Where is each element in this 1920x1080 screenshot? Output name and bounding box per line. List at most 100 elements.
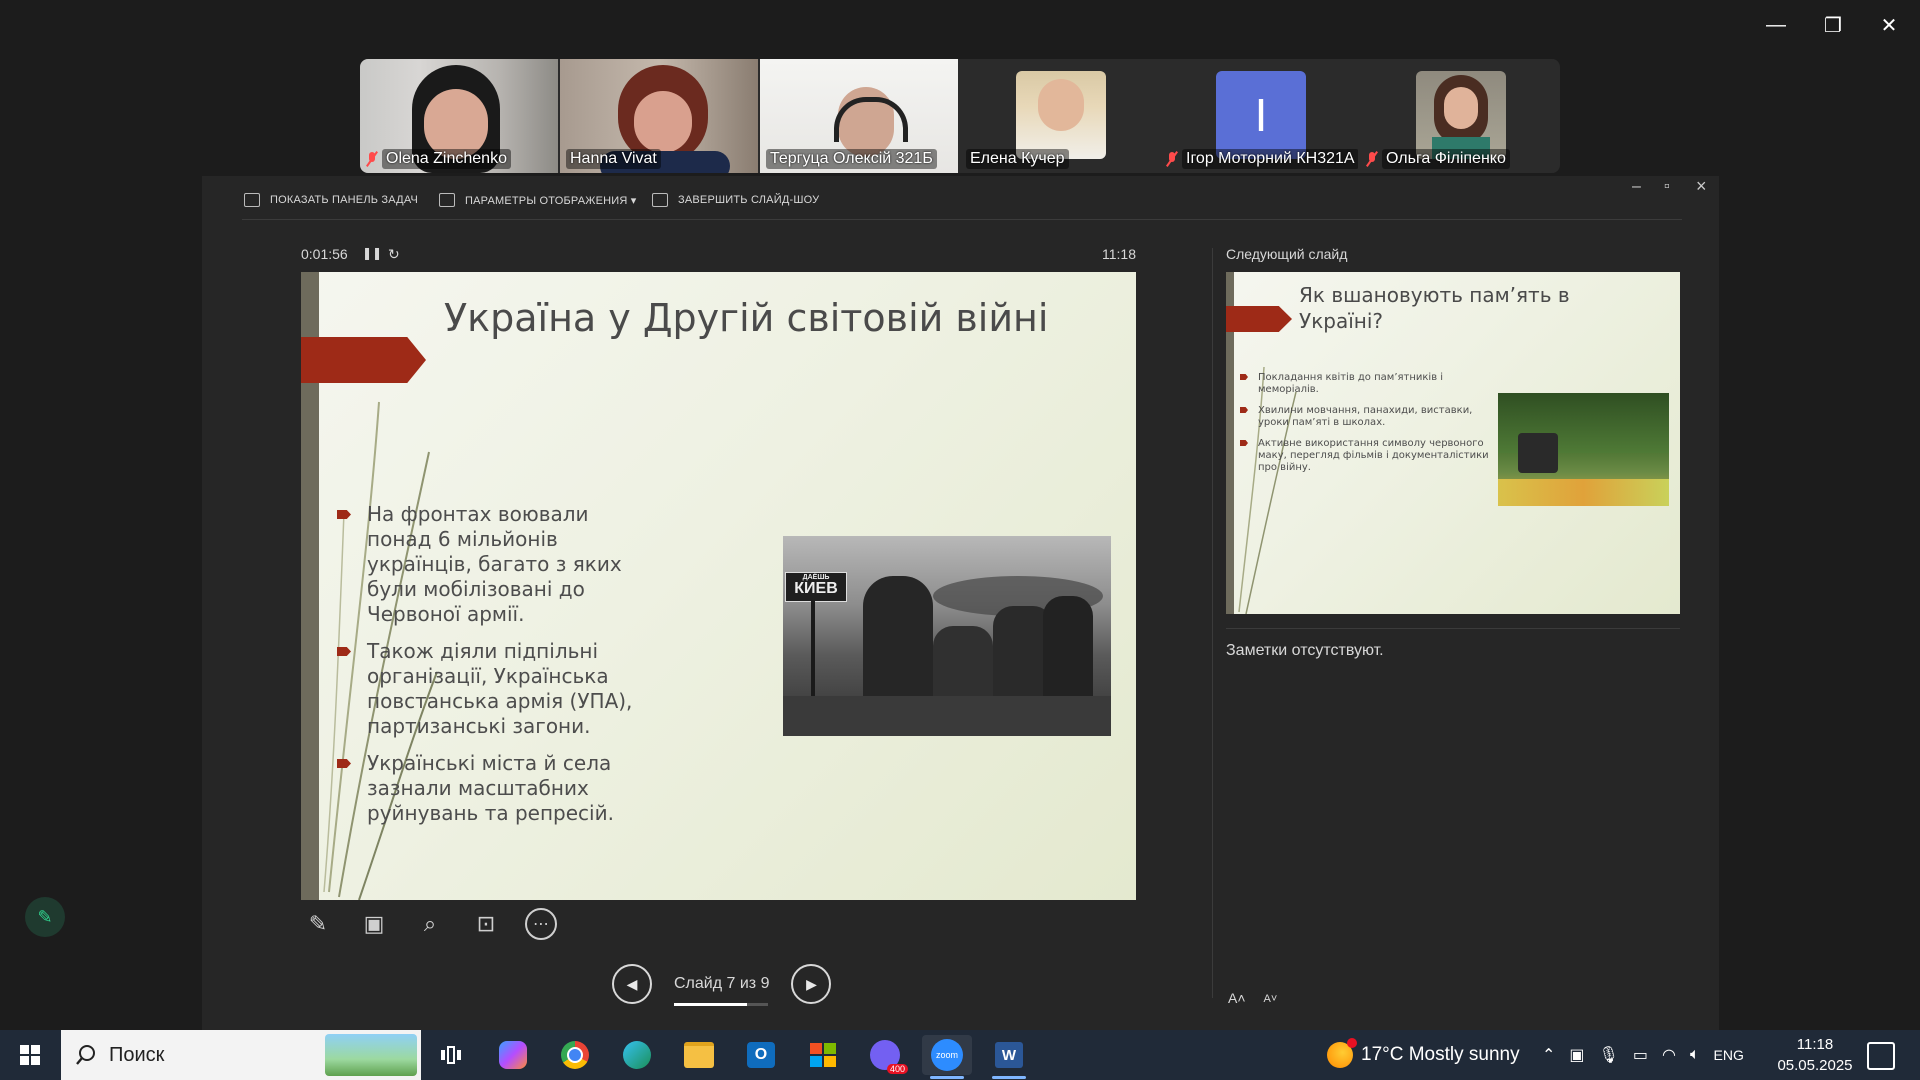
- participant-tile[interactable]: Hanna Vivat: [560, 59, 758, 173]
- display-icon: [439, 193, 455, 207]
- notifications-icon[interactable]: [1867, 1042, 1895, 1070]
- ww2-photo: ДАЁШЬ КИЕВ: [783, 536, 1111, 736]
- slide-counter: Слайд 7 из 9: [674, 975, 769, 1006]
- current-time: 11:18: [1102, 246, 1136, 262]
- minimize-button[interactable]: —: [1753, 12, 1799, 38]
- slide-title: Україна у Другій світовій війні: [444, 296, 1049, 340]
- pause-timer-button[interactable]: ❚❚: [362, 246, 382, 260]
- store-icon[interactable]: [798, 1035, 848, 1075]
- divider: [242, 219, 1682, 220]
- microphone-icon[interactable]: 🎙︎: [1599, 1045, 1619, 1065]
- taskbar-clock[interactable]: 11:18 05.05.2025: [1770, 1034, 1860, 1076]
- pointer-screen-icon[interactable]: ⊡: [469, 907, 503, 941]
- restore-button[interactable]: ❐: [1810, 12, 1856, 38]
- participant-tile[interactable]: Ольга Філіпенко: [1360, 59, 1558, 173]
- annotate-pencil-icon[interactable]: ✎: [25, 897, 65, 937]
- search-highlight-image: [325, 1034, 417, 1076]
- participant-tile[interactable]: Olena Zinchenko: [360, 59, 558, 173]
- start-button[interactable]: [0, 1030, 60, 1080]
- close-button[interactable]: ✕: [1866, 12, 1912, 38]
- participant-name: Елена Кучер: [966, 149, 1069, 169]
- speaker-notes: Заметки отсутствуют.: [1226, 642, 1384, 659]
- zoom-icon[interactable]: zoom: [922, 1035, 972, 1079]
- participant-name: Hanna Vivat: [566, 149, 661, 169]
- title-arrow-decoration: [301, 337, 426, 383]
- copilot-icon[interactable]: [488, 1035, 538, 1075]
- memorial-photo: [1498, 393, 1669, 506]
- decrease-font-button[interactable]: A˅: [1264, 993, 1278, 1006]
- battery-icon[interactable]: ▭: [1633, 1045, 1648, 1065]
- chevron-up-icon[interactable]: ⌃: [1542, 1045, 1555, 1065]
- current-slide: Україна у Другій світовій війні На фронт…: [301, 272, 1136, 900]
- chrome-icon[interactable]: [550, 1035, 600, 1075]
- title-arrow-decoration: [1226, 306, 1292, 332]
- mic-muted-icon: [1166, 152, 1178, 166]
- participant-name: Olena Zinchenko: [366, 149, 511, 169]
- end-show-icon: [652, 193, 668, 207]
- show-taskbar-button[interactable]: ПОКАЗАТЬ ПАНЕЛЬ ЗАДАЧ: [244, 193, 418, 207]
- system-tray: ⌃ ▣ 🎙︎ ▭ ◠ 🔈︎ ENG: [1542, 1030, 1744, 1080]
- reset-timer-button[interactable]: ↻: [388, 246, 400, 263]
- next-slide-label: Следующий слайд: [1226, 246, 1348, 262]
- presenter-maximize-button[interactable]: ▫: [1664, 178, 1670, 196]
- elapsed-timer: 0:01:56: [301, 246, 348, 262]
- meet-now-icon[interactable]: ▣: [1569, 1045, 1584, 1065]
- presenter-minimize-button[interactable]: –: [1632, 178, 1641, 196]
- mic-muted-icon: [1366, 152, 1378, 166]
- wifi-icon[interactable]: ◠: [1662, 1045, 1676, 1065]
- notification-badge: 400: [886, 1064, 908, 1074]
- more-icon[interactable]: ⋯: [525, 908, 557, 940]
- participant-tile[interactable]: Елена Кучер: [960, 59, 1158, 173]
- taskbar-icon: [244, 193, 260, 207]
- slide-progress-fill: [674, 1003, 748, 1006]
- list-item: Хвилини мовчання, панахиди, виставки, ур…: [1240, 405, 1490, 429]
- next-slide-bullets: Покладання квітів до пам’ятників і мемор…: [1240, 372, 1490, 483]
- participant-strip: Olena Zinchenko Hanna Vivat Тергуца Олек…: [360, 59, 1560, 173]
- search-icon: [76, 1045, 95, 1065]
- file-explorer-icon[interactable]: [674, 1035, 724, 1075]
- participant-name: Ольга Філіпенко: [1366, 149, 1510, 169]
- presenter-toolbar: ПОКАЗАТЬ ПАНЕЛЬ ЗАДАЧ ПАРАМЕТРЫ ОТОБРАЖЕ…: [202, 176, 1719, 220]
- mic-muted-icon: [366, 152, 378, 166]
- slide-bullets: На фронтах воювали понад 6 мільйонів укр…: [337, 502, 657, 838]
- magnifier-icon[interactable]: ⌕: [413, 907, 447, 941]
- word-icon[interactable]: W: [984, 1035, 1034, 1079]
- outlook-icon[interactable]: O: [736, 1035, 786, 1075]
- viber-icon[interactable]: 400: [860, 1035, 910, 1075]
- weather-widget[interactable]: 17°C Mostly sunny: [1327, 1030, 1520, 1080]
- presenter-view: ПОКАЗАТЬ ПАНЕЛЬ ЗАДАЧ ПАРАМЕТРЫ ОТОБРАЖЕ…: [202, 176, 1719, 1030]
- active-app-indicator: [930, 1076, 964, 1079]
- taskbar-search[interactable]: Поиск: [61, 1030, 421, 1080]
- speaker-icon[interactable]: 🔈︎: [1690, 1046, 1700, 1064]
- list-item: На фронтах воювали понад 6 мільйонів укр…: [337, 502, 657, 627]
- next-slide-preview[interactable]: Як вшановують пам’ять в Україні? Поклада…: [1226, 272, 1680, 614]
- list-item: Українські міста й села зазнали масштабн…: [337, 751, 657, 826]
- language-indicator[interactable]: ENG: [1714, 1047, 1744, 1063]
- pen-icon[interactable]: ✎: [301, 907, 335, 941]
- grid-icon[interactable]: ▣: [357, 907, 391, 941]
- end-slideshow-button[interactable]: ЗАВЕРШИТЬ СЛАЙД-ШОУ: [652, 193, 819, 207]
- participant-tile[interactable]: I Ігор Моторний КН321А: [1160, 59, 1358, 173]
- divider: [1226, 628, 1680, 629]
- windows-logo-icon: [20, 1045, 40, 1065]
- slide-navigation: ◀ Слайд 7 из 9 ▶: [612, 964, 832, 1006]
- presenter-close-button[interactable]: ×: [1696, 176, 1707, 197]
- sun-icon: [1327, 1038, 1357, 1068]
- task-view-icon[interactable]: [426, 1035, 476, 1075]
- avatar: I: [1216, 71, 1306, 159]
- active-app-indicator: [992, 1076, 1026, 1079]
- participant-name: Ігор Моторний КН321А: [1166, 149, 1358, 169]
- notes-font-controls: A˄ A˅: [1228, 990, 1277, 1006]
- list-item: Також діяли підпільні організації, Украї…: [337, 639, 657, 739]
- next-slide-button[interactable]: ▶: [791, 964, 832, 1004]
- previous-slide-button[interactable]: ◀: [612, 964, 652, 1004]
- edge-icon[interactable]: [612, 1035, 662, 1075]
- increase-font-button[interactable]: A˄: [1228, 990, 1246, 1006]
- participant-name: Тергуца Олексій 321Б: [766, 149, 937, 169]
- participant-tile-active[interactable]: Тергуца Олексій 321Б: [760, 59, 958, 173]
- divider: [1212, 248, 1213, 998]
- list-item: Активне використання символу червоного м…: [1240, 438, 1490, 474]
- display-settings-button[interactable]: ПАРАМЕТРЫ ОТОБРАЖЕНИЯ ▾: [439, 193, 637, 207]
- next-slide-title: Як вшановують пам’ять в Україні?: [1299, 283, 1570, 333]
- list-item: Покладання квітів до пам’ятників і мемор…: [1240, 372, 1490, 396]
